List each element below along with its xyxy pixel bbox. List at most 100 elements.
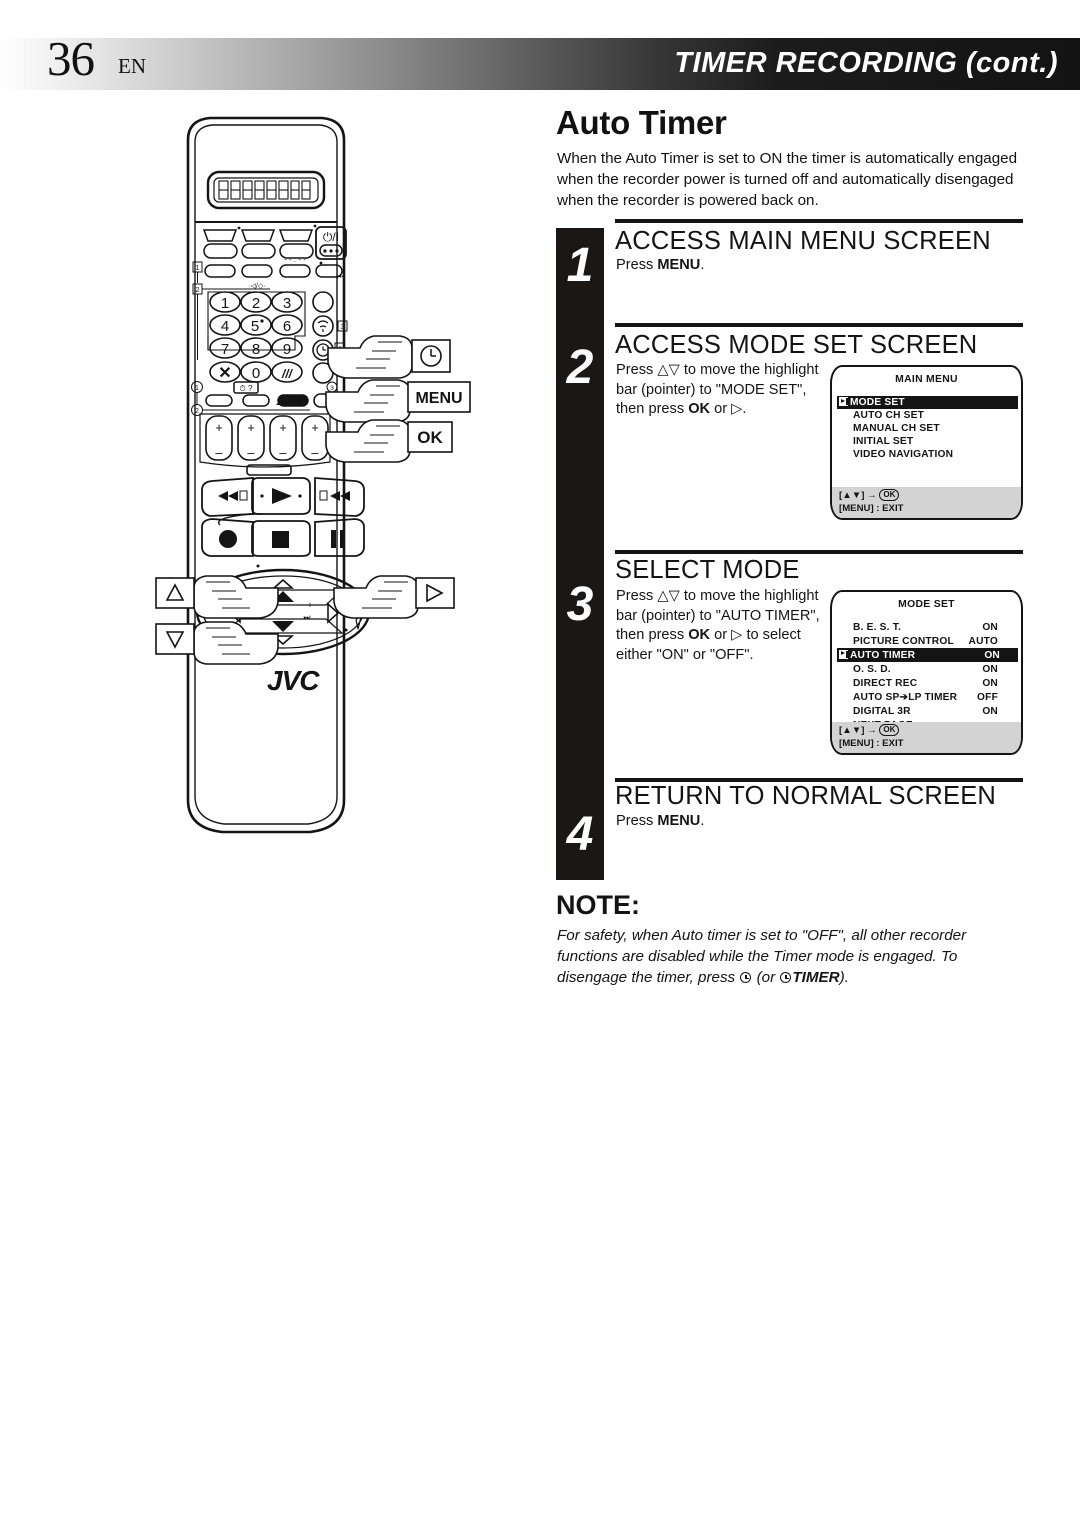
vol-dn-3: – <box>279 445 287 460</box>
remote-control-illustration: ⏻/I - - : - - ·◁/◇· 1 2 1 2 3 4 5 6 7 8 … <box>150 110 490 850</box>
osd-row-value: ON <box>982 677 998 689</box>
brand-logo: JVC <box>267 665 320 696</box>
osd-row-label: AUTO TIMER <box>839 649 915 661</box>
step-number-2: 2 <box>566 341 594 394</box>
keypad-4: 4 <box>221 318 229 335</box>
step-body-3: Press △▽ to move the highlight bar (poin… <box>616 588 820 663</box>
keypad-cancel: ✕ <box>218 365 231 382</box>
svg-text:2: 2 <box>195 408 199 415</box>
osd-mode-set-footer: [▲▼] → OK [MENU] : EXIT <box>832 722 1021 753</box>
osd-row[interactable]: INITIAL SET <box>841 435 1012 448</box>
osd-row-value: ON <box>984 649 1000 661</box>
osd-row-label: INITIAL SET <box>853 436 914 447</box>
osd-row-highlighted[interactable]: AUTO TIMER ON <box>837 648 1018 662</box>
step-number-rail <box>556 228 604 880</box>
osd-row-label: MODE SET <box>839 397 905 408</box>
osd-footer-nav-hint: [▲▼] → OK <box>839 489 1021 503</box>
help-icon: ⏱ ? <box>240 384 253 393</box>
step-number-4: 4 <box>566 808 594 861</box>
osd-footer-exit-hint: [MENU] : EXIT <box>839 502 904 514</box>
ok-callout-label: OK <box>417 428 443 447</box>
keypad-2: 2 <box>252 295 260 312</box>
next-icon: ⏭ <box>303 613 310 622</box>
step-number-1: 1 <box>566 239 594 292</box>
osd-row-value: OFF <box>977 691 998 703</box>
step-heading-4: RETURN TO NORMAL SCREEN <box>615 782 997 810</box>
vol-up-1: + <box>215 420 223 435</box>
power-icon: ⏻/I <box>323 230 339 244</box>
step-number-3: 3 <box>566 578 594 631</box>
step-body-4: Press MENU. <box>616 813 705 829</box>
index-marker-3: 3 <box>337 320 348 332</box>
keypad-7: 7 <box>221 341 229 358</box>
step-heading-2: ACCESS MODE SET SCREEN <box>615 331 978 359</box>
osd-main-menu-screen: MAIN MENU MODE SET AUTO CH SET MANUAL CH S… <box>830 365 1023 520</box>
osd-row-label: AUTO SP➔LP TIMER <box>853 691 958 703</box>
page-number: 36 <box>47 31 95 86</box>
osd-main-menu-footer: [▲▼] → OK [MENU] : EXIT <box>832 487 1021 518</box>
nav-up-outline <box>271 578 295 589</box>
pointer-icon <box>839 397 848 406</box>
intro-paragraph: When the Auto Timer is set to ON the tim… <box>557 150 1018 209</box>
osd-row[interactable]: AUTO SP➔LP TIMER OFF <box>841 690 1012 704</box>
menu-callout-label: MENU <box>415 390 462 407</box>
osd-row-label: MANUAL CH SET <box>853 423 940 434</box>
keypad-0: 0 <box>252 365 260 382</box>
osd-row[interactable]: AUTO CH SET <box>841 409 1012 422</box>
page-title: Auto Timer <box>556 104 727 141</box>
step-body-1: Press MENU. <box>616 257 705 273</box>
transport-glyphs <box>218 488 350 548</box>
svg-text:3: 3 <box>340 322 344 331</box>
vol-up-3: + <box>279 420 287 435</box>
osd-main-menu-rows: MODE SET AUTO CH SET MANUAL CH SET INITIAL … <box>832 396 1021 461</box>
osd-row-label: O. S. D. <box>853 663 891 675</box>
keypad-9: 9 <box>283 341 291 358</box>
ff-icon: ⏮ <box>337 272 344 281</box>
keypad-tape-icon: /// <box>281 367 294 381</box>
vol-up-4: + <box>311 420 319 435</box>
osd-row[interactable]: VIDEO NAVIGATION <box>841 448 1012 461</box>
osd-row[interactable]: MANUAL CH SET <box>841 422 1012 435</box>
osd-row-label: DIRECT REC <box>853 677 918 689</box>
osd-main-menu-title: MAIN MENU <box>895 374 958 385</box>
header-title: TIMER RECORDING (cont.) <box>674 47 1058 79</box>
osd-row-value: ON <box>982 663 998 675</box>
osd-row-label: PICTURE CONTROL <box>853 635 954 647</box>
osd-mode-set-screen: MODE SET B. E. S. T. ON PICTURE CONTROL AUT… <box>830 590 1023 755</box>
osd-row[interactable]: B. E. S. T. ON <box>841 620 1012 634</box>
timer-callout <box>327 335 451 379</box>
circled-marker-3: 3 <box>326 381 338 393</box>
osd-row[interactable]: PICTURE CONTROL AUTO <box>841 634 1012 648</box>
vol-up-2: + <box>247 420 255 435</box>
circled-marker-1: 1 <box>191 381 203 405</box>
remote-lcd-digits <box>218 180 311 200</box>
osd-row-value: ON <box>982 621 998 633</box>
timer-dash-display: - - : - - <box>284 255 306 264</box>
svg-text:3: 3 <box>330 385 334 392</box>
right-callout <box>333 575 455 619</box>
vol-dn-1: – <box>215 445 223 460</box>
osd-row[interactable]: O. S. D. ON <box>841 662 1012 676</box>
osd-mode-set-title: MODE SET <box>898 599 955 610</box>
osd-row-highlighted[interactable]: MODE SET <box>837 396 1018 409</box>
osd-row-label: VIDEO NAVIGATION <box>853 449 954 460</box>
osd-mode-set-rows: B. E. S. T. ON PICTURE CONTROL AUTO AUTO TIM… <box>832 620 1021 732</box>
keypad-5: 5 <box>251 318 259 335</box>
vol-dn-4: – <box>311 445 319 460</box>
osd-row-label: B. E. S. T. <box>853 621 902 633</box>
osd-row[interactable]: DIGITAL 3R ON <box>841 704 1012 718</box>
step-divider-1 <box>615 219 1023 223</box>
up-callout <box>155 575 279 619</box>
ok-pill: OK <box>879 724 900 736</box>
osd-row-label: AUTO CH SET <box>853 410 925 421</box>
vol-dn-2: – <box>247 445 255 460</box>
nav-plus-label: + <box>307 600 312 610</box>
signal-icon <box>317 320 329 332</box>
note-label: NOTE: <box>556 890 640 920</box>
ok-pill: OK <box>879 489 900 501</box>
keypad-6: 6 <box>283 318 291 335</box>
osd-row[interactable]: DIRECT REC ON <box>841 676 1012 690</box>
down-callout <box>155 621 279 665</box>
svg-text:2: 2 <box>195 285 199 294</box>
svg-text:1: 1 <box>195 385 199 392</box>
